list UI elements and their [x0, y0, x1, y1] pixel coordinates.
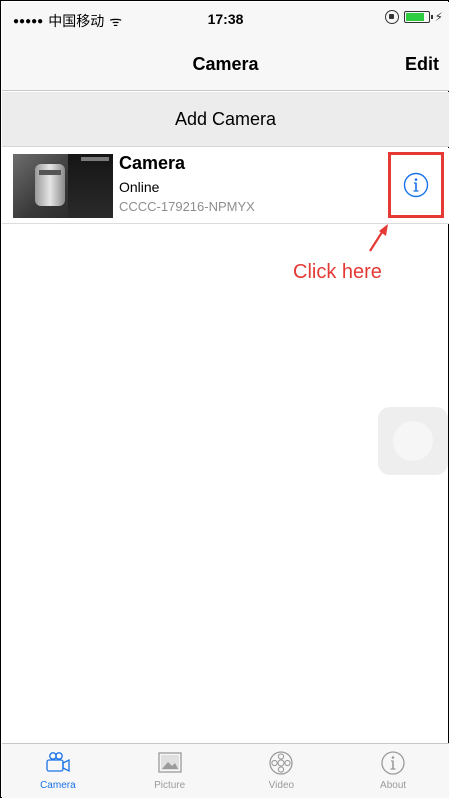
camera-info-button[interactable] [388, 152, 444, 218]
camera-thumbnail [13, 154, 113, 218]
assistive-touch-button[interactable] [378, 407, 448, 475]
tab-about[interactable]: About [337, 744, 449, 798]
navigation-bar: Camera Edit [2, 36, 449, 91]
tab-video-label: Video [268, 780, 295, 791]
video-icon [269, 751, 294, 775]
about-icon [381, 751, 405, 775]
picture-icon [157, 752, 182, 773]
page-title: Camera [192, 54, 259, 74]
camera-status: Online [119, 179, 160, 195]
status-indicators: ⚡ [384, 10, 443, 24]
charging-icon: ⚡ [434, 10, 443, 24]
camera-name: Camera [119, 153, 186, 173]
tab-about-label: About [380, 780, 407, 791]
tab-picture-label: Picture [154, 780, 186, 791]
phone-frame: ●●●●● 中国移动 ᯤ 17:38 ⚡ Camera Edit Add Cam… [0, 0, 449, 798]
camera-list-item[interactable]: Camera Online CCCC-179216-NPMYX [2, 148, 449, 224]
tab-video[interactable]: Video [226, 744, 338, 798]
camera-id: CCCC-179216-NPMYX [119, 199, 255, 214]
battery-icon [403, 11, 433, 23]
camera-icon [46, 752, 70, 773]
edit-button[interactable]: Edit [405, 54, 439, 75]
tab-picture[interactable]: Picture [114, 744, 226, 798]
add-camera-button[interactable]: Add Camera [2, 92, 449, 147]
status-bar: ●●●●● 中国移动 ᯤ 17:38 ⚡ [2, 2, 449, 36]
tab-camera-label: Camera [40, 780, 76, 791]
tab-bar: Camera Picture Video About [2, 743, 449, 798]
info-icon [403, 172, 429, 198]
annotation-arrow-icon [369, 224, 388, 252]
tab-camera[interactable]: Camera [2, 744, 114, 798]
annotation-label: Click here [293, 261, 382, 283]
rotation-lock-icon [384, 10, 399, 24]
status-time: 17:38 [207, 11, 244, 27]
